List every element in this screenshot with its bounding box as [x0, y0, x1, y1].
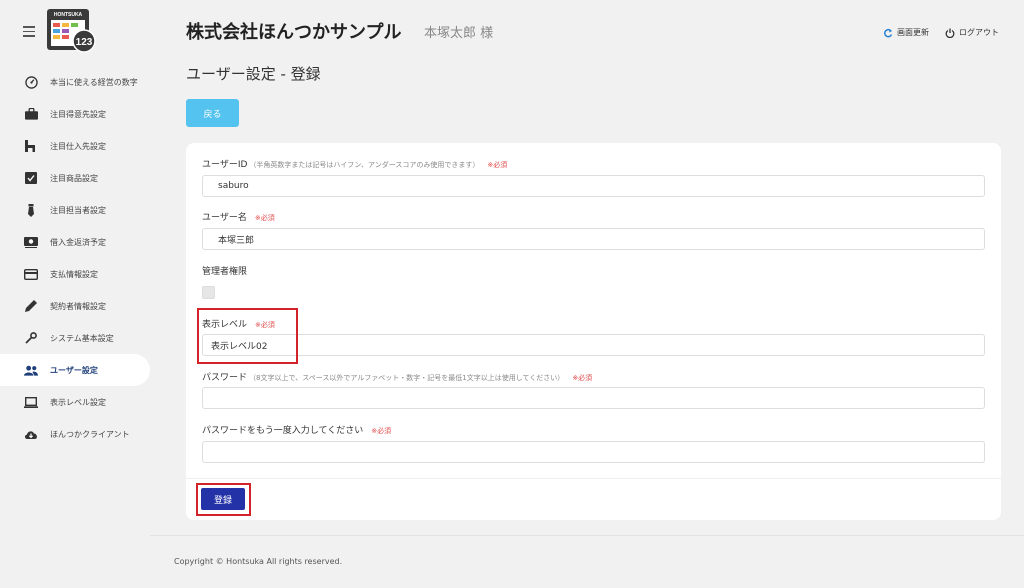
- tie-icon: [24, 203, 38, 217]
- sidebar-item-display-level[interactable]: 表示レベル設定: [0, 386, 150, 418]
- pen-icon: [24, 299, 38, 313]
- sidebar-item-label: 注目担当者設定: [50, 205, 106, 215]
- refresh-icon: [884, 28, 893, 37]
- sidebar: HONTSUKA 123 本当に使える経営の数字 注目得意先設定 注目仕入先設定…: [0, 0, 150, 588]
- sidebar-item-hontsuka-client[interactable]: ほんつかクライアント: [0, 418, 150, 450]
- submit-highlight: 登録: [196, 483, 251, 516]
- sidebar-item-label: 表示レベル設定: [50, 397, 106, 407]
- back-button[interactable]: 戻る: [186, 99, 239, 127]
- user-name-input[interactable]: [202, 228, 985, 250]
- password-note: （8文字以上で、スペース以外でアルファベット・数字・記号を最低1文字以上は使用し…: [249, 374, 565, 382]
- sidebar-item-label: 本当に使える経営の数字: [50, 77, 138, 87]
- user-id-note: （半角英数字または記号はハイフン、アンダースコアのみ使用できます）: [249, 161, 480, 169]
- copyright: Copyright © Hontsuka All rights reserved…: [174, 557, 343, 566]
- user-id-input[interactable]: [202, 175, 985, 197]
- sidebar-nav: 本当に使える経営の数字 注目得意先設定 注目仕入先設定 注目商品設定 注目担当者…: [0, 66, 150, 450]
- users-icon: [24, 363, 38, 377]
- money-icon: [24, 235, 38, 249]
- sidebar-item-label: ほんつかクライアント: [50, 429, 130, 439]
- required-mark: ※必須: [572, 374, 593, 382]
- sidebar-item-label: 支払情報設定: [50, 269, 98, 279]
- sidebar-item-label: 注目仕入先設定: [50, 141, 106, 151]
- sidebar-item-payment-info[interactable]: 支払情報設定: [0, 258, 150, 290]
- refresh-label: 画面更新: [897, 28, 929, 37]
- admin-label: 管理者権限: [202, 264, 247, 277]
- card-divider: [186, 478, 1001, 479]
- user-id-label: ユーザーID （半角英数字または記号はハイフン、アンダースコアのみ使用できます）…: [202, 157, 507, 170]
- wrench-icon: [24, 331, 38, 345]
- sidebar-item-suppliers[interactable]: 注目仕入先設定: [0, 130, 150, 162]
- required-mark: ※必須: [371, 427, 392, 435]
- register-button[interactable]: 登録: [201, 488, 245, 510]
- logo-text: HONTSUKA: [54, 12, 83, 18]
- power-icon: [945, 28, 955, 38]
- menu-icon[interactable]: [23, 26, 35, 37]
- admin-checkbox[interactable]: [202, 286, 215, 299]
- sidebar-item-label: システム基本設定: [50, 333, 114, 343]
- password-label: パスワード （8文字以上で、スペース以外でアルファベット・数字・記号を最低1文字…: [202, 370, 592, 383]
- display-level-select[interactable]: [202, 334, 985, 356]
- password-confirm-input[interactable]: [202, 441, 985, 463]
- sidebar-item-label: 借入金返済予定: [50, 237, 106, 247]
- sidebar-item-customers[interactable]: 注目得意先設定: [0, 98, 150, 130]
- sidebar-item-label: ユーザー設定: [50, 365, 98, 375]
- password-confirm-label: パスワードをもう一度入力してください ※必須: [202, 423, 391, 436]
- sidebar-item-system-settings[interactable]: システム基本設定: [0, 322, 150, 354]
- password-confirm-label-text: パスワードをもう一度入力してください: [202, 426, 364, 436]
- briefcase-icon: [24, 107, 38, 121]
- sidebar-item-label: 注目商品設定: [50, 173, 98, 183]
- display-level-label-text: 表示レベル: [202, 320, 248, 330]
- required-mark: ※必須: [487, 161, 508, 169]
- sidebar-item-label: 契約者情報設定: [50, 301, 106, 311]
- checkbox-icon: [24, 171, 38, 185]
- footer-divider: [150, 535, 1024, 536]
- admin-label-text: 管理者権限: [202, 267, 248, 277]
- dashboard-icon: [24, 75, 38, 89]
- hontsuka-logo: HONTSUKA 123: [47, 9, 96, 53]
- page-title: ユーザー設定 - 登録: [186, 65, 321, 83]
- cloud-download-icon: [24, 427, 38, 441]
- sidebar-item-contractor-info[interactable]: 契約者情報設定: [0, 290, 150, 322]
- sidebar-item-management-numbers[interactable]: 本当に使える経営の数字: [0, 66, 150, 98]
- required-mark: ※必須: [254, 214, 275, 222]
- user-id-label-text: ユーザーID: [202, 160, 248, 170]
- display-level-label: 表示レベル ※必須: [202, 317, 275, 330]
- sidebar-item-staff[interactable]: 注目担当者設定: [0, 194, 150, 226]
- user-name: 本塚太郎 様: [424, 26, 494, 41]
- user-form-card: ユーザーID （半角英数字または記号はハイフン、アンダースコアのみ使用できます）…: [186, 143, 1001, 520]
- sidebar-item-products[interactable]: 注目商品設定: [0, 162, 150, 194]
- hotel-icon: [24, 139, 38, 153]
- sidebar-item-label: 注目得意先設定: [50, 109, 106, 119]
- logout-label: ログアウト: [959, 28, 999, 37]
- laptop-icon: [24, 395, 38, 409]
- card-icon: [24, 267, 38, 281]
- company-name: 株式会社ほんつかサンプル: [186, 22, 402, 43]
- user-name-label: ユーザー名 ※必須: [202, 210, 275, 223]
- sidebar-item-user-settings[interactable]: ユーザー設定: [0, 354, 150, 386]
- sidebar-item-loan-repayment[interactable]: 借入金返済予定: [0, 226, 150, 258]
- password-input[interactable]: [202, 387, 985, 409]
- logout-button[interactable]: ログアウト: [945, 27, 999, 38]
- password-label-text: パスワード: [202, 373, 248, 383]
- logo-number: 123: [76, 37, 93, 48]
- user-name-label-text: ユーザー名: [202, 213, 247, 223]
- refresh-button[interactable]: 画面更新: [883, 27, 929, 38]
- required-mark: ※必須: [255, 321, 275, 329]
